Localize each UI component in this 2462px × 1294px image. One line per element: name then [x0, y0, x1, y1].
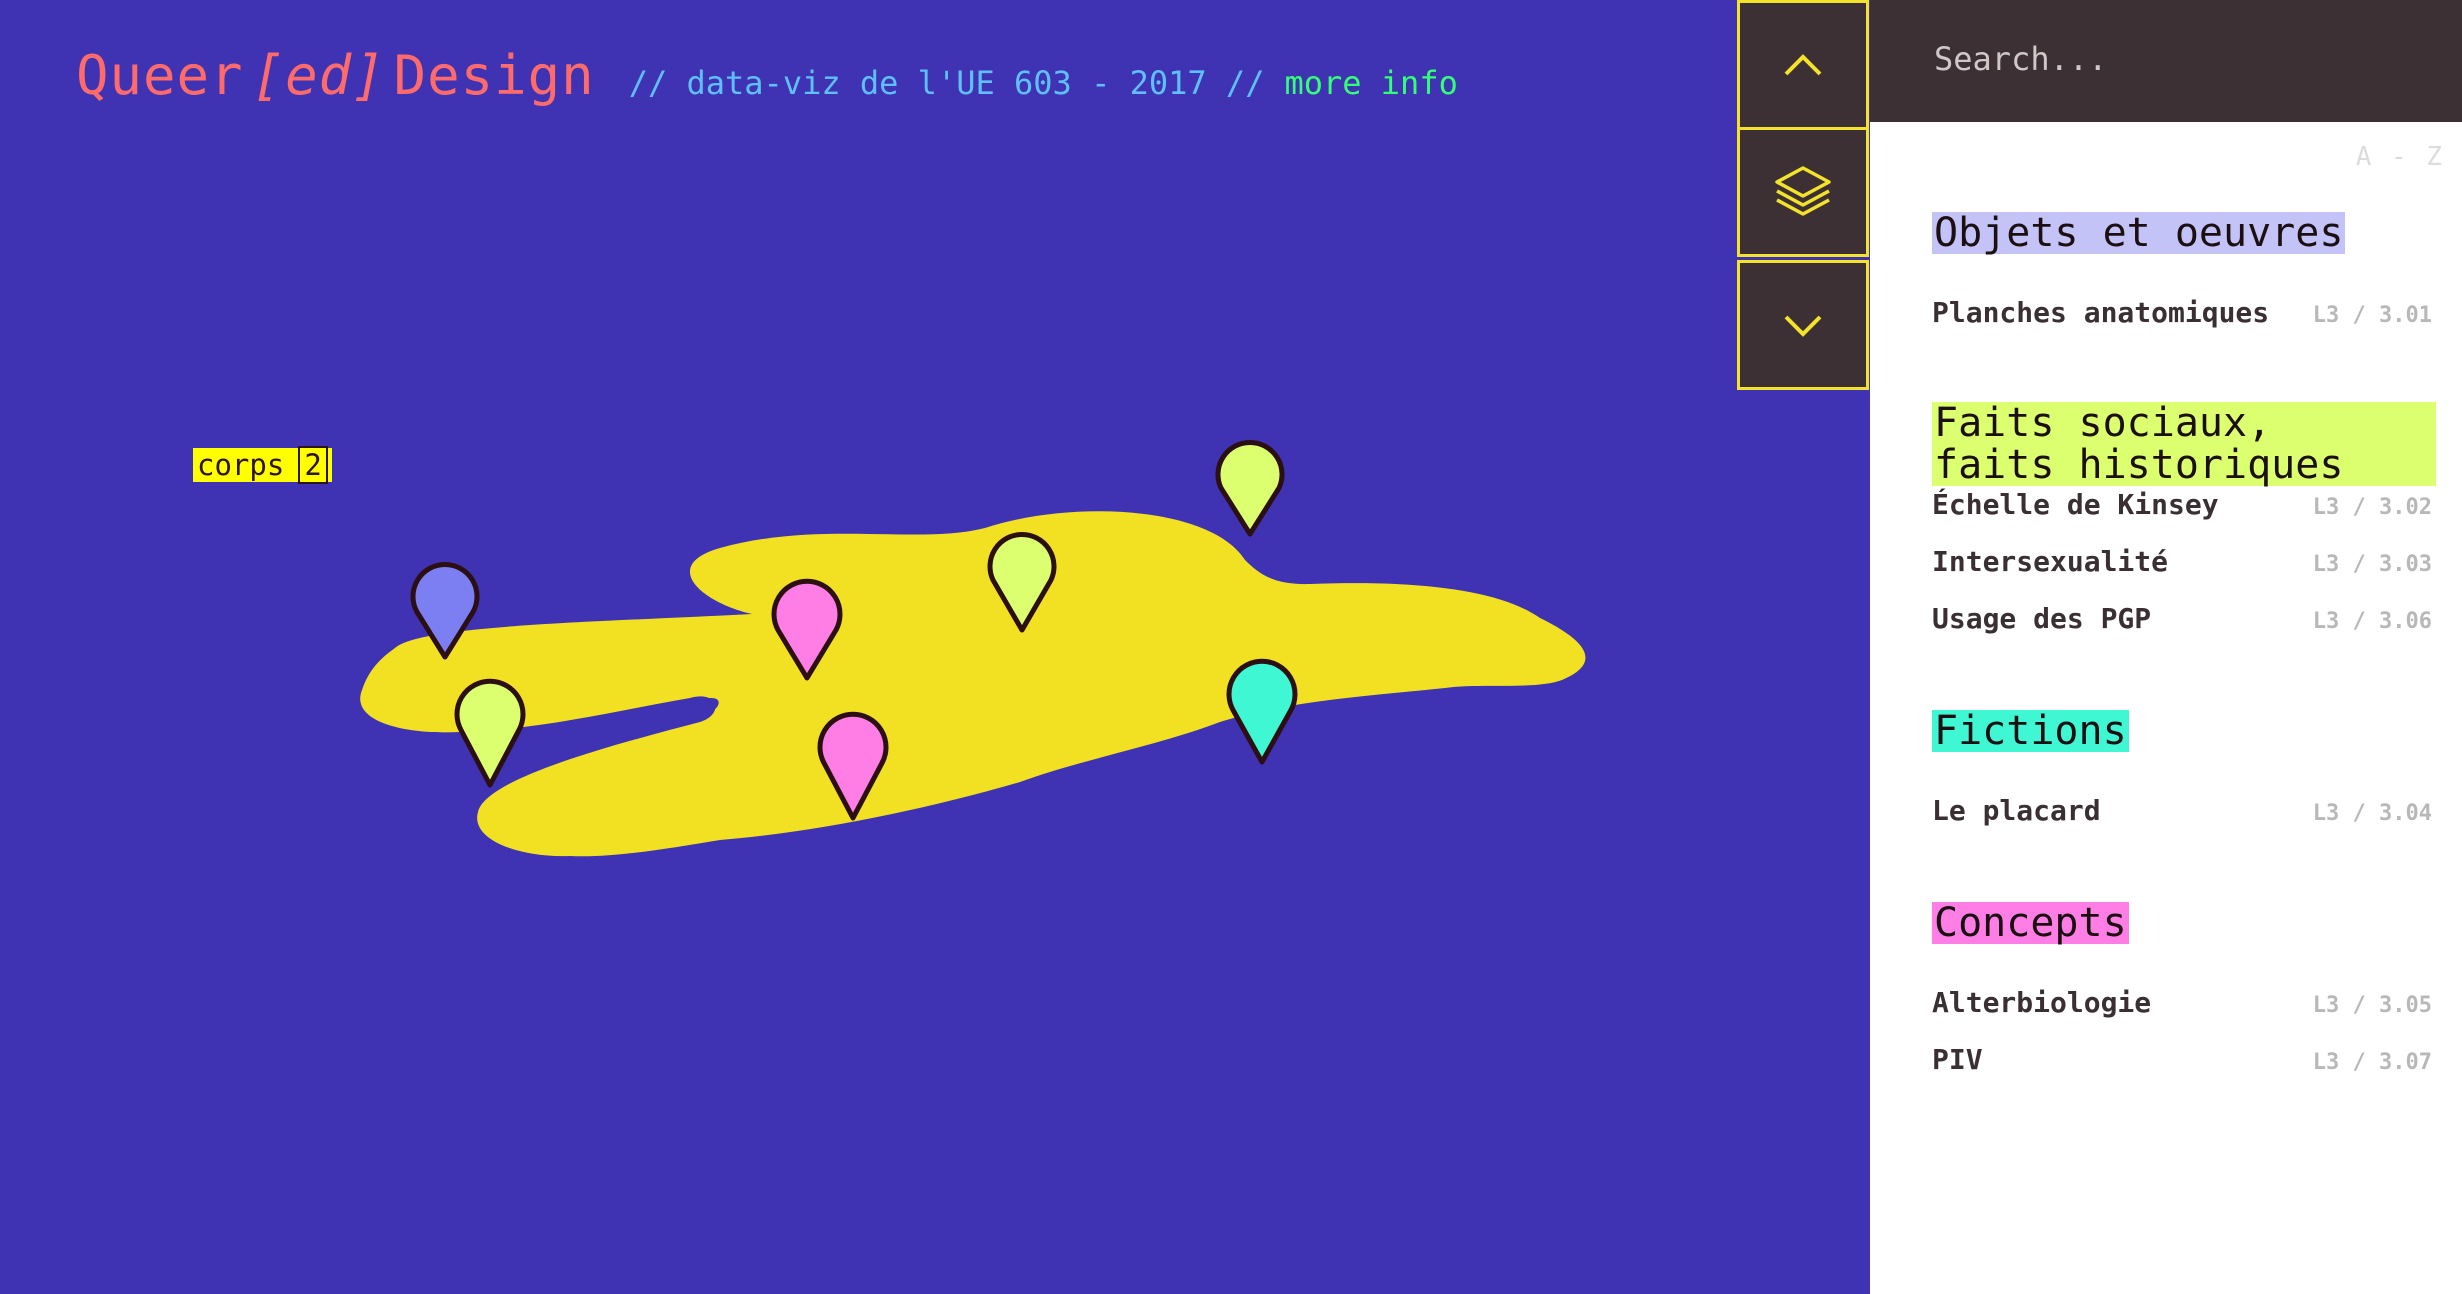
list-item-code: L3 / 3.06 — [2312, 609, 2432, 634]
marker-lime-left[interactable] — [454, 678, 526, 788]
section-title-fictions[interactable]: Fictions — [1932, 710, 2129, 752]
list-item-code: L3 / 3.04 — [2312, 801, 2432, 826]
scroll-down-button[interactable] — [1737, 260, 1869, 390]
map-area[interactable]: corps 2 — [0, 0, 1870, 1294]
chevron-up-icon — [1784, 54, 1822, 76]
list-item-code: L3 / 3.02 — [2312, 495, 2432, 520]
layers-icon — [1775, 166, 1831, 216]
marker-lime-top[interactable] — [1215, 439, 1285, 537]
list-item-name: Échelle de Kinsey — [1932, 488, 2219, 521]
cluster-label[interactable]: corps 2 — [193, 446, 332, 484]
list-item[interactable]: Échelle de Kinsey L3 / 3.02 — [1932, 488, 2432, 521]
list-item[interactable]: Le placard L3 / 3.04 — [1932, 794, 2432, 827]
marker-teal[interactable] — [1226, 658, 1298, 765]
list-item-name: Alterbiologie — [1932, 986, 2152, 1019]
section-title-objets[interactable]: Objets et oeuvres — [1932, 212, 2346, 254]
section-title-concepts[interactable]: Concepts — [1932, 902, 2129, 944]
map-canvas — [360, 439, 1586, 857]
chevron-down-icon — [1784, 315, 1822, 337]
list-item[interactable]: Alterbiologie L3 / 3.05 — [1932, 986, 2432, 1019]
list-item-code: L3 / 3.05 — [2312, 993, 2432, 1018]
cluster-label-text: corps — [197, 448, 285, 482]
list-item-code: L3 / 3.07 — [2312, 1050, 2432, 1075]
list-item-name: Planches anatomiques — [1932, 296, 2270, 329]
search-input[interactable] — [1932, 30, 2436, 88]
section-title-faits-sociaux[interactable]: Faits sociaux, faits historiques — [1932, 402, 2436, 486]
layers-button[interactable] — [1737, 127, 1869, 257]
list-item-name: Usage des PGP — [1932, 602, 2152, 635]
cluster-count-badge: 2 — [298, 446, 328, 484]
sort-az-toggle[interactable]: A - Z — [2356, 142, 2444, 172]
list-item-name: Le placard — [1932, 794, 2101, 827]
list-item[interactable]: Usage des PGP L3 / 3.06 — [1932, 602, 2432, 635]
list-item[interactable]: Intersexualité L3 / 3.03 — [1932, 545, 2432, 578]
search-bar — [1870, 0, 2462, 122]
scroll-up-button[interactable] — [1737, 0, 1869, 130]
list-item[interactable]: PIV L3 / 3.07 — [1932, 1043, 2432, 1076]
list-item-name: Intersexualité — [1932, 545, 2169, 578]
list-item-code: L3 / 3.01 — [2312, 303, 2432, 328]
sidebar: A - Z Objets et oeuvres Planches anatomi… — [1870, 0, 2462, 1294]
list-item-name: PIV — [1932, 1043, 1983, 1076]
list-item[interactable]: Planches anatomiques L3 / 3.01 — [1932, 296, 2432, 329]
map-shape-corps[interactable] — [360, 511, 1586, 857]
list-item-code: L3 / 3.03 — [2312, 552, 2432, 577]
